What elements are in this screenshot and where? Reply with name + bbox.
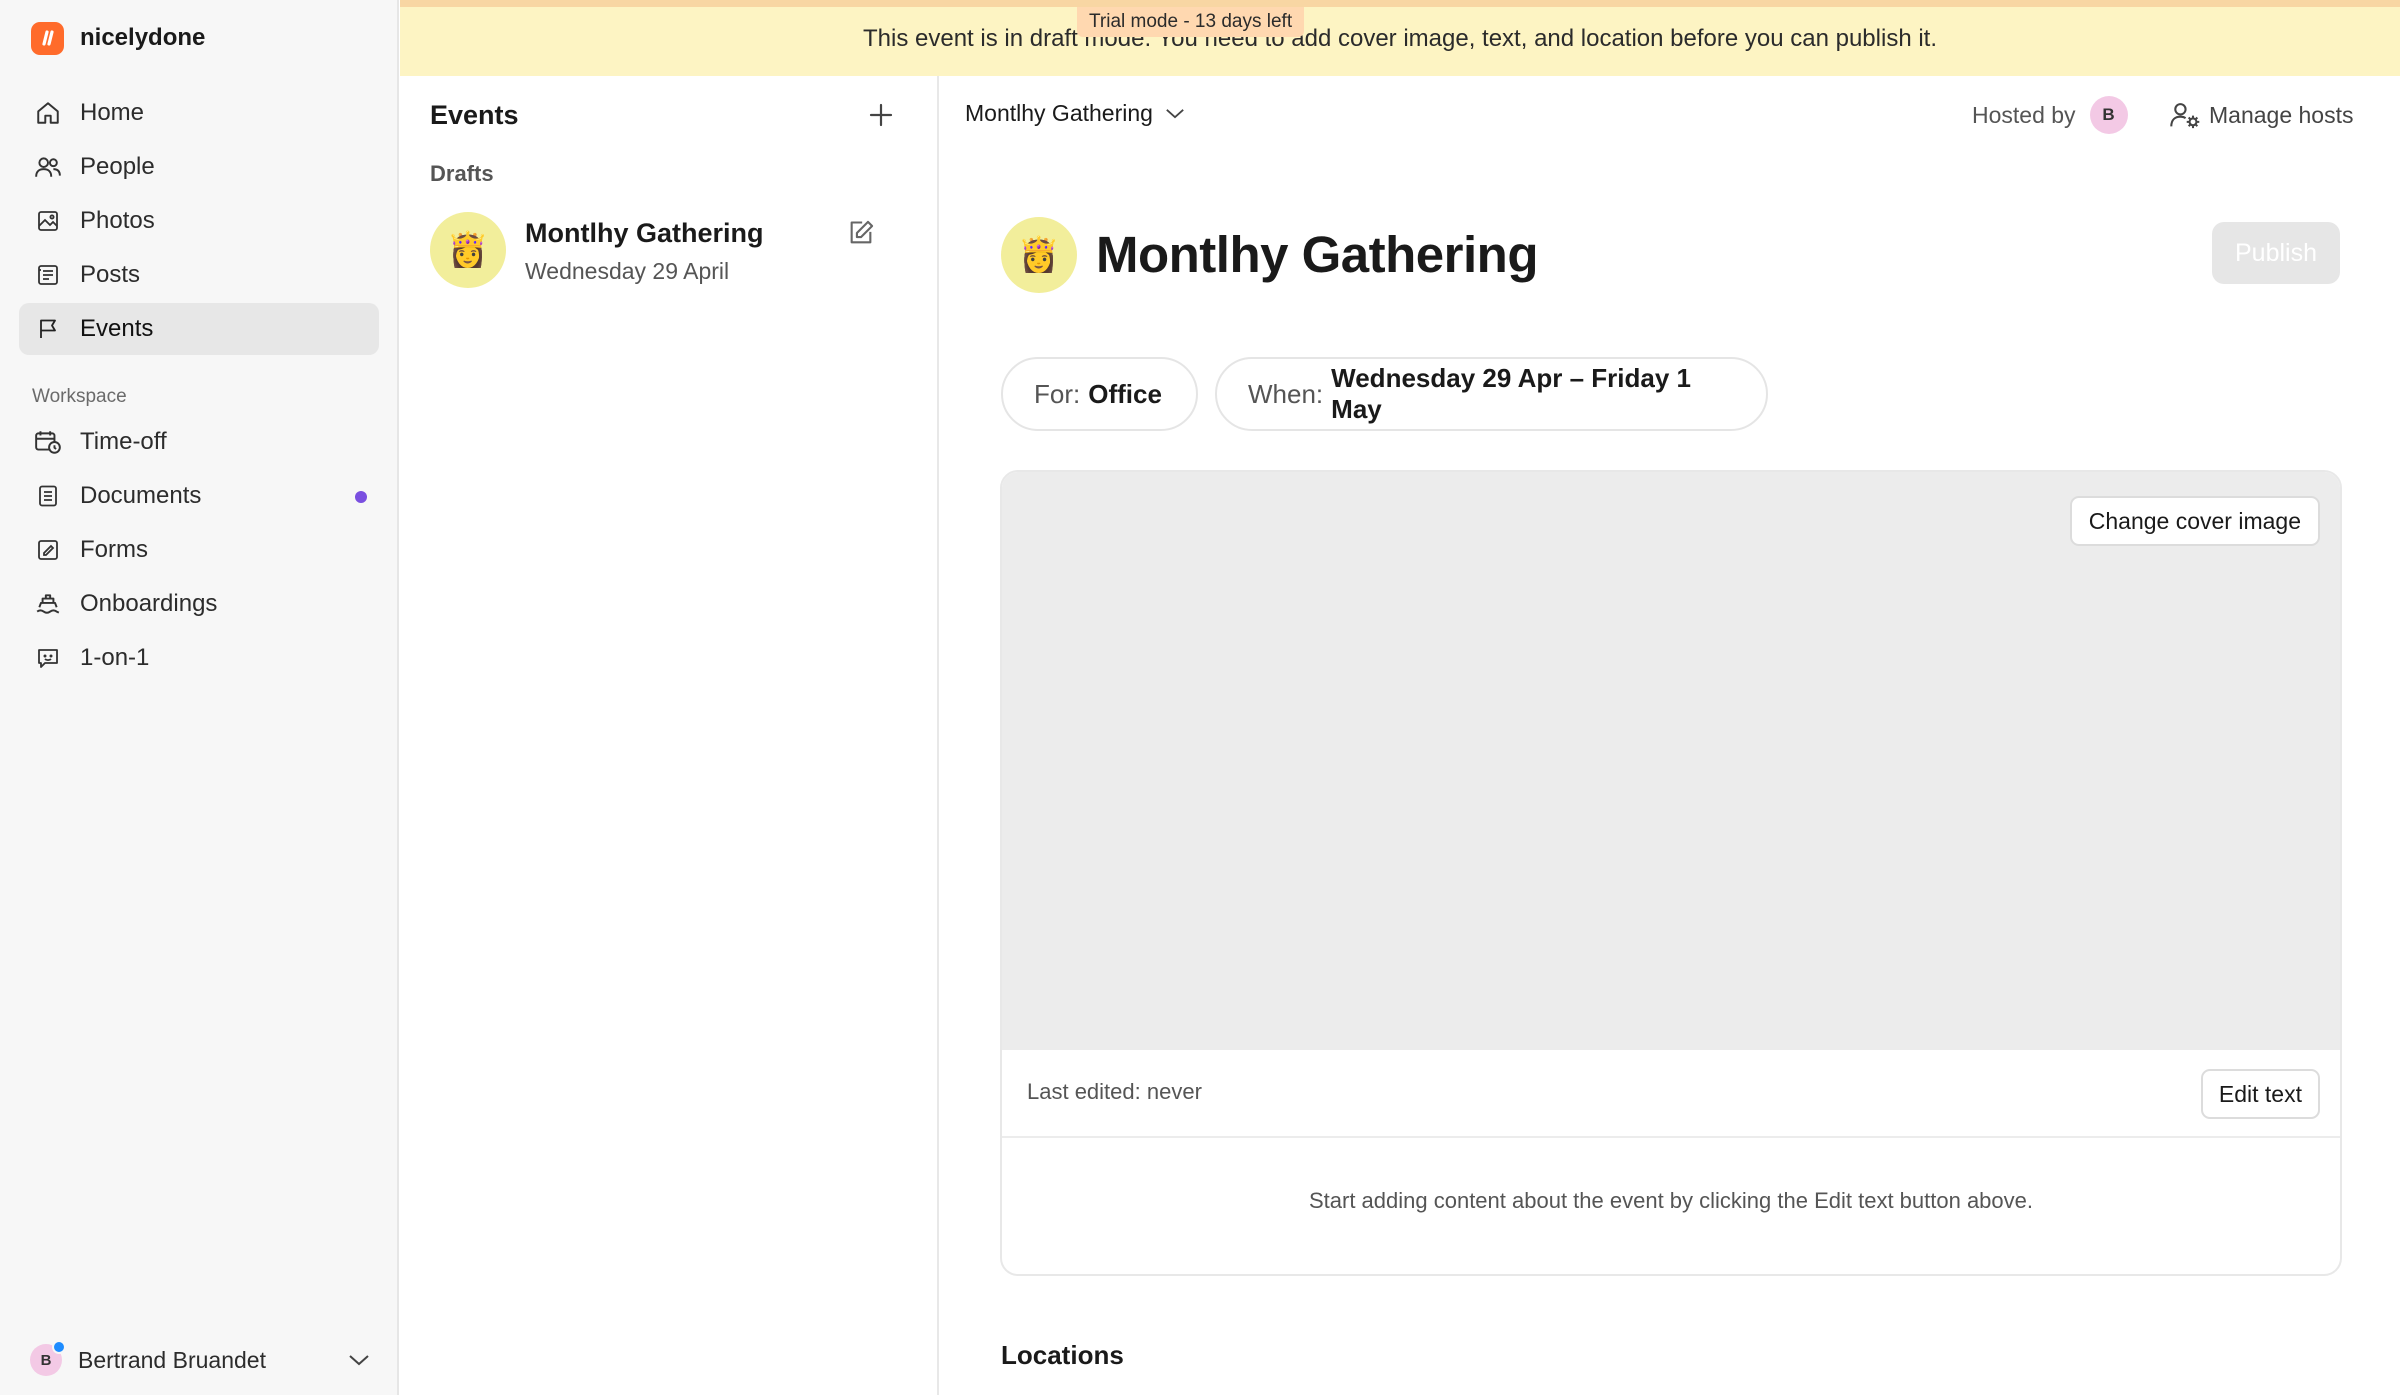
sidebar-item-label: Photos [80, 207, 155, 234]
sidebar-item-onboardings[interactable]: Onboardings [19, 578, 379, 630]
sidebar-item-posts[interactable]: Posts [19, 249, 379, 301]
form-icon [34, 536, 62, 564]
draft-banner-text: This event is in draft mode. You need to… [863, 25, 1937, 52]
user-menu[interactable]: B Bertrand Bruandet [30, 1339, 370, 1381]
event-name: Montlhy Gathering [525, 218, 764, 248]
ship-icon [34, 590, 62, 618]
event-date: Wednesday 29 April [525, 258, 730, 284]
hosted-by: Hosted by B [1972, 96, 2128, 134]
event-selector[interactable]: Montlhy Gathering [965, 100, 1185, 127]
sidebar-item-label: Forms [80, 536, 148, 563]
user-gear-icon [2170, 103, 2200, 129]
audience-value: Office [1088, 378, 1162, 409]
event-topbar: Montlhy Gathering Hosted by B Manage hos… [941, 76, 2400, 152]
chevron-down-icon [1165, 107, 1185, 120]
events-panel: Events Drafts 👸 Montlhy Gathering Wednes… [400, 76, 939, 1395]
event-detail: Montlhy Gathering Hosted by B Manage hos… [941, 76, 2400, 1395]
drafts-section-label: Drafts [430, 161, 494, 186]
edit-text-button[interactable]: Edit text [2200, 1069, 2320, 1119]
workspace-section-label: Workspace [32, 386, 127, 407]
event-selector-label: Montlhy Gathering [965, 100, 1153, 126]
photos-icon [34, 207, 62, 235]
events-panel-title: Events [430, 100, 519, 130]
brand-logo-icon [31, 21, 64, 55]
sidebar-item-label: Onboardings [80, 590, 218, 617]
sidebar-item-label: 1-on-1 [80, 644, 150, 671]
content-toolbar: Last edited: never Edit text [1002, 1050, 2340, 1138]
people-icon [34, 153, 62, 181]
edit-icon [850, 220, 874, 244]
audience-label: For: [1034, 378, 1081, 409]
sidebar-item-forms[interactable]: Forms [19, 524, 379, 576]
posts-icon [34, 261, 62, 289]
document-icon [34, 482, 62, 510]
last-edited: Last edited: never [1027, 1079, 1202, 1104]
sidebar-item-documents[interactable]: Documents [19, 470, 379, 522]
flag-icon [34, 315, 62, 343]
brand-name: nicelydone [80, 24, 206, 51]
sidebar-item-label: Posts [80, 261, 141, 288]
edit-event-button[interactable] [844, 216, 878, 250]
brand[interactable]: nicelydone [31, 21, 205, 55]
sidebar-item-one-on-one[interactable]: 1-on-1 [19, 632, 379, 684]
event-emoji[interactable]: 👸 [1001, 217, 1077, 293]
publish-button[interactable]: Publish [2212, 222, 2340, 284]
status-badge [52, 1340, 66, 1354]
change-cover-image-button[interactable]: Change cover image [2069, 496, 2320, 546]
manage-hosts-label: Manage hosts [2209, 101, 2354, 128]
sidebar: nicelydone Home People Photos Posts Even… [0, 0, 399, 1395]
date-range-pill[interactable]: When: Wednesday 29 Apr – Friday 1 May [1215, 357, 1768, 431]
date-range-label: When: [1248, 378, 1324, 409]
sidebar-item-people[interactable]: People [19, 141, 379, 193]
sidebar-item-label: Time-off [80, 428, 167, 455]
audience-pill[interactable]: For: Office [1001, 357, 1198, 431]
avatar-initial: B [40, 1351, 52, 1369]
cover-card: Change cover image Last edited: never Ed… [1000, 470, 2342, 1276]
add-event-button[interactable] [863, 97, 899, 133]
sidebar-item-photos[interactable]: Photos [19, 195, 379, 247]
home-icon [34, 99, 62, 127]
sidebar-item-time-off[interactable]: Time-off [19, 416, 379, 468]
manage-hosts-button[interactable]: Manage hosts [2169, 96, 2353, 134]
page-title[interactable]: Montlhy Gathering [1096, 225, 1538, 284]
cover-image-placeholder: Change cover image [1002, 472, 2340, 1050]
sidebar-item-home[interactable]: Home [19, 87, 379, 139]
calendar-clock-icon [34, 428, 62, 456]
sidebar-item-label: People [80, 153, 155, 180]
locations-heading: Locations [1001, 1340, 1124, 1370]
sidebar-item-events[interactable]: Events [19, 303, 379, 355]
main-nav: Home People Photos Posts Events [19, 87, 379, 357]
empty-content-hint: Start adding content about the event by … [1308, 1188, 2034, 1213]
trial-badge[interactable]: Trial mode - 13 days left [1077, 7, 1305, 37]
chevron-down-icon [348, 1353, 370, 1367]
sidebar-item-label: Home [80, 99, 145, 126]
sidebar-item-label: Events [80, 315, 154, 342]
event-emoji: 👸 [430, 212, 506, 288]
workspace-nav: Time-off Documents Forms Onboardings 1-o… [19, 416, 379, 686]
plus-icon [869, 103, 893, 127]
avatar[interactable]: B [2089, 96, 2128, 134]
date-range-value: Wednesday 29 Apr – Friday 1 May [1331, 363, 1691, 424]
unread-dot [355, 491, 367, 503]
sidebar-item-label: Documents [80, 482, 202, 509]
draft-banner: This event is in draft mode. You need to… [400, 0, 2400, 76]
hosted-by-label: Hosted by [1972, 101, 2076, 128]
avatar: B [30, 1340, 66, 1376]
chat-icon [34, 644, 62, 672]
list-item[interactable]: 👸 Montlhy Gathering Wednesday 29 April [430, 212, 910, 292]
user-name: Bertrand Bruandet [78, 1346, 266, 1373]
